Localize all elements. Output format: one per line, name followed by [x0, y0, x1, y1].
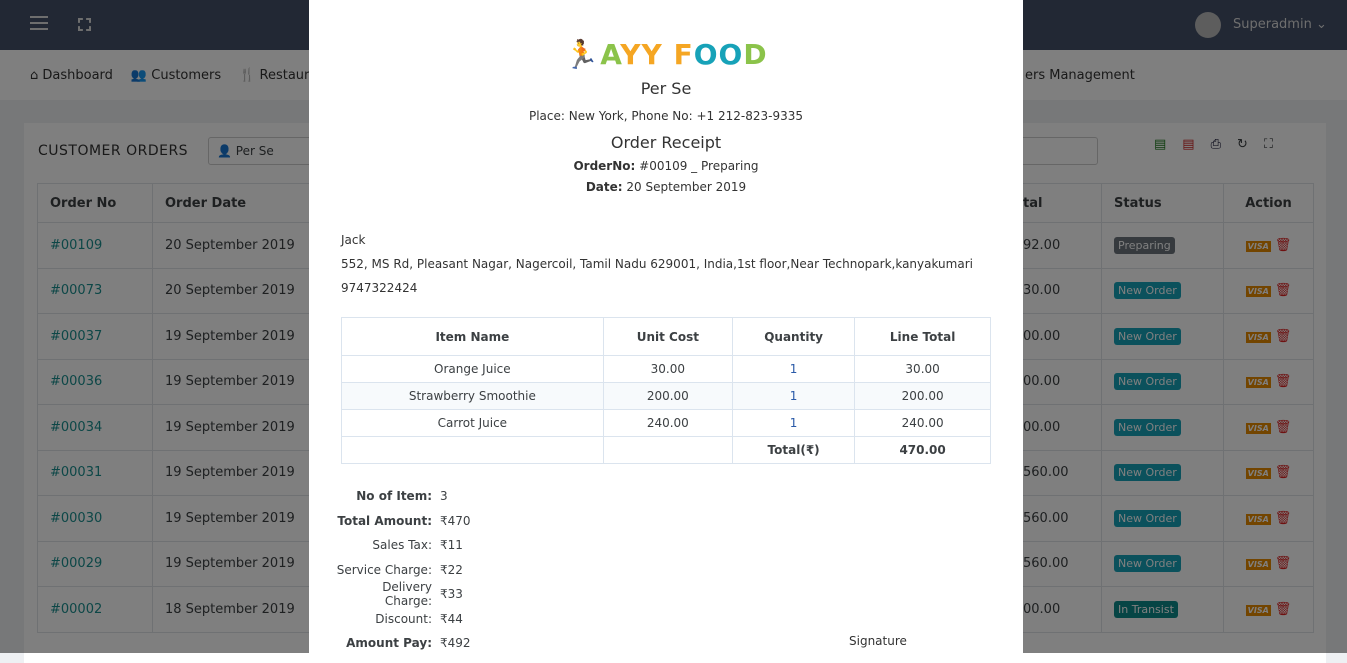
ayyfood-logo: 🏃AYY FOOD	[564, 38, 768, 71]
summary-value: ₹11	[440, 538, 463, 553]
receipt-summary: No of Item: 3 Total Amount: ₹470 Sales Tax: ₹…	[333, 484, 471, 656]
col-line-total: Line Total	[854, 317, 991, 356]
summary-row: Discount: ₹44	[333, 607, 471, 632]
summary-row: Amount Pay: ₹492	[333, 631, 471, 656]
receipt-cell: 1	[731, 382, 856, 410]
col-item-name: Item Name	[341, 317, 604, 356]
summary-value: ₹33	[440, 587, 463, 602]
receipt-cell: 240.00	[602, 409, 733, 437]
summary-value: ₹44	[440, 611, 463, 626]
total-label: Total(₹)	[731, 436, 856, 464]
order-label: OrderNo:	[573, 159, 636, 173]
receipt-cell: 200.00	[602, 382, 733, 410]
receipt-title: Order Receipt	[610, 133, 722, 152]
signature-label: Signature	[849, 634, 907, 648]
summary-row: Sales Tax: ₹11	[333, 533, 471, 558]
receipt-item-row: Carrot Juice 240.00 1 240.00	[341, 409, 991, 437]
receipt-cell: 240.00	[854, 409, 991, 437]
restaurant-place: Place: New York, Phone No: +1 212-823-93…	[528, 109, 803, 123]
restaurant-name: Per Se	[640, 79, 692, 98]
summary-label: Discount:	[375, 611, 432, 626]
summary-row: Total Amount: ₹470	[333, 509, 471, 534]
date-label: Date:	[585, 180, 623, 194]
receipt-item-row: Strawberry Smoothie 200.00 1 200.00	[341, 382, 991, 410]
summary-value: 3	[440, 489, 448, 504]
summary-value: ₹22	[440, 562, 463, 577]
receipt-items-table: Item Name Unit Cost Quantity Line Total Ora…	[341, 317, 991, 464]
receipt-cell: 1	[731, 409, 856, 437]
summary-row: Service Charge: ₹22	[333, 558, 471, 583]
receipt-cell: 30.00	[854, 355, 991, 383]
customer-name: Jack	[341, 233, 366, 247]
col-unit-cost: Unit Cost	[602, 317, 733, 356]
summary-label: Delivery Charge:	[382, 580, 432, 609]
summary-label: No of Item:	[356, 489, 432, 504]
customer-phone: 9747322424	[341, 281, 418, 295]
summary-row: No of Item: 3	[333, 484, 471, 509]
summary-label: Service Charge:	[336, 562, 432, 577]
summary-label: Total Amount:	[337, 513, 432, 528]
col-quantity: Quantity	[731, 317, 856, 356]
summary-label: Amount Pay:	[346, 636, 432, 651]
summary-value: ₹470	[440, 513, 471, 528]
order-value: #00109 _ Preparing	[639, 159, 759, 173]
total-value: 470.00	[854, 436, 991, 464]
summary-value: ₹492	[440, 636, 471, 651]
summary-label: Sales Tax:	[372, 538, 432, 553]
receipt-cell: Carrot Juice	[341, 409, 604, 437]
receipt-cell: 200.00	[854, 382, 991, 410]
customer-address: 552, MS Rd, Pleasant Nagar, Nagercoil, T…	[341, 257, 973, 271]
date-value: 20 September 2019	[626, 180, 747, 194]
receipt-cell: 1	[731, 355, 856, 383]
receipt-item-row: Orange Juice 30.00 1 30.00	[341, 355, 991, 383]
receipt-cell: 30.00	[602, 355, 733, 383]
summary-row: Delivery Charge: ₹33	[333, 580, 471, 609]
receipt-cell: Strawberry Smoothie	[341, 382, 604, 410]
receipt-cell: Orange Juice	[341, 355, 604, 383]
